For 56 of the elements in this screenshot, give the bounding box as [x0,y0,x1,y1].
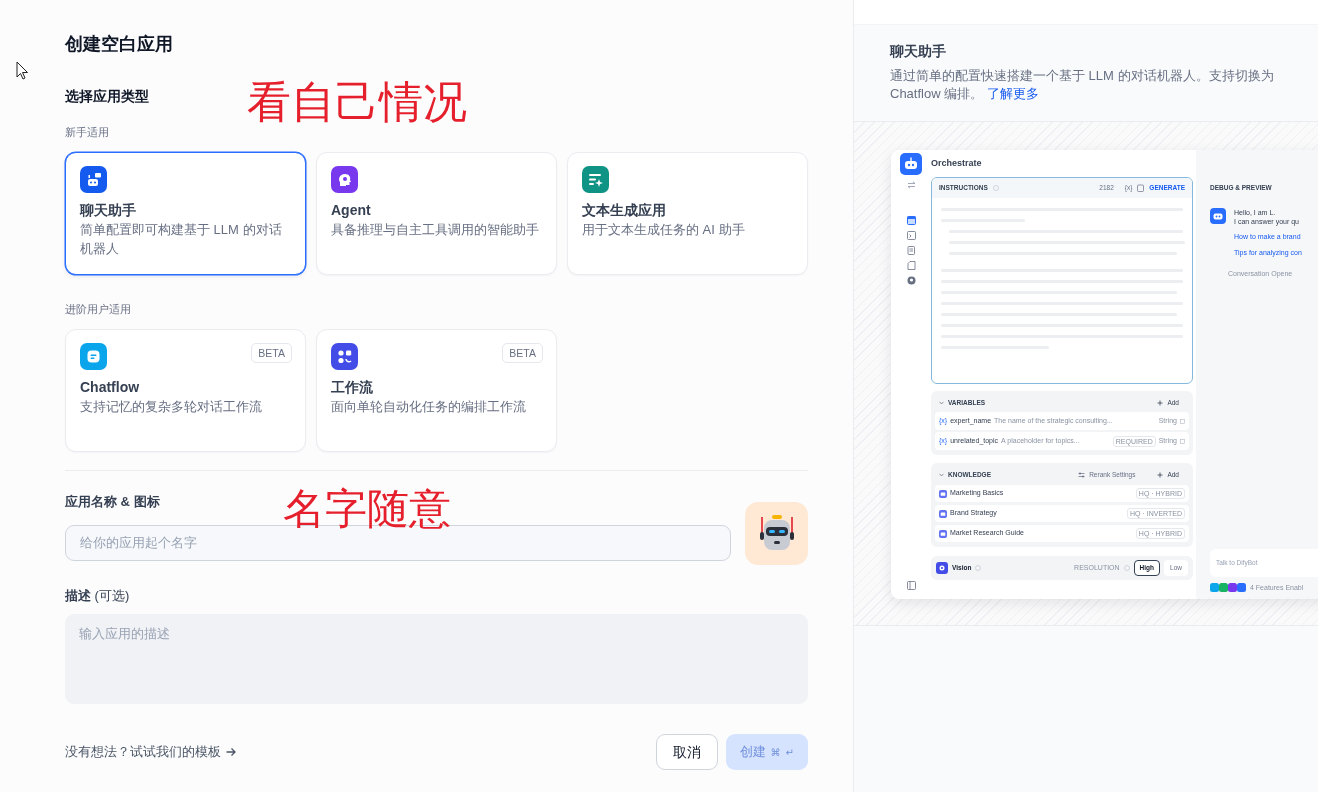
card-title: 工作流 [331,378,374,397]
card-title: Agent [331,201,372,220]
card-title: 聊天助手 [80,201,137,220]
terminal-icon [906,231,916,240]
arrow-right-icon [225,746,237,758]
group-label: 新手适用 [65,125,109,140]
sliders-icon [1078,471,1086,478]
swap-icon [906,181,916,189]
chevron-icon [939,472,944,477]
app-type-title: 聊天助手 [890,43,947,61]
card-description: 用于文本生成任务的 AI 助手 [582,221,746,239]
app-type-card[interactable]: 文本生成应用 用于文本生成任务的 AI 助手 [567,152,808,275]
robot-avatar-icon[interactable] [745,502,808,565]
eye-icon [936,562,948,574]
layout-icon [906,216,916,225]
field-label: 描述 (可选) [65,587,130,605]
app-type-card[interactable]: 聊天助手 简单配置即可构建基于 LLM 的对话机器人 [65,152,306,275]
card-description: 具备推理与自主工具调用的智能助手 [331,221,540,239]
app-type-card[interactable]: BETA Chatflow 支持记忆的复杂多轮对话工作流 [65,329,306,452]
page-icon [906,261,916,270]
bot-icon [1210,207,1226,224]
cancel-button[interactable]: 取消 [655,734,718,770]
chevron-icon [939,400,944,405]
card-description: 面向单轮自动化任务的编排工作流 [331,398,527,416]
card-description: 简单配置即可构建基于 LLM 的对话机器人 [80,221,283,258]
beta-badge: BETA [502,343,543,363]
app-type-description: 通过简单的配置快速搭建一个基于 LLM 的对话机器人。支持切换为 Chatflow 编排。 了解更多 [890,67,1275,104]
plus-icon [1157,471,1164,478]
beta-badge: BETA [251,343,292,363]
info-icon [975,565,982,571]
template-link[interactable]: 没有想法？试试我们的模板 [65,742,237,762]
info-icon [992,185,999,191]
feature-icons-drawing [1210,583,1246,593]
folder-icon [939,529,947,538]
plus-icon [1157,399,1164,406]
card-title: Chatflow [80,378,141,397]
bot-icon [900,153,922,175]
app-type-card[interactable]: Agent 具备推理与自主工具调用的智能助手 [316,152,557,275]
info-icon [1123,565,1130,571]
card-title: 文本生成应用 [582,201,667,220]
app-type-card[interactable]: BETA 工作流 面向单轮自动化任务的编排工作流 [316,329,557,452]
field-label: 应用名称 & 图标 [65,493,160,511]
annotation-text: 看自己情况 [247,80,467,124]
description-field[interactable]: 输入应用的描述 [65,614,808,704]
folder-icon [939,489,947,498]
document-icon [906,246,916,255]
section-heading: 选择应用类型 [65,87,149,106]
folder-icon [939,509,947,518]
sidebar-icon [906,581,916,590]
circle-icon [906,276,916,285]
preview-title: Orchestrate [931,158,983,168]
page-title: 创建空白应用 [65,33,173,56]
cursor-icon [16,61,29,80]
group-label: 进阶用户适用 [65,302,131,317]
learn-more-link[interactable]: 了解更多 [986,86,1039,102]
card-description: 支持记忆的复杂多轮对话工作流 [80,398,263,416]
